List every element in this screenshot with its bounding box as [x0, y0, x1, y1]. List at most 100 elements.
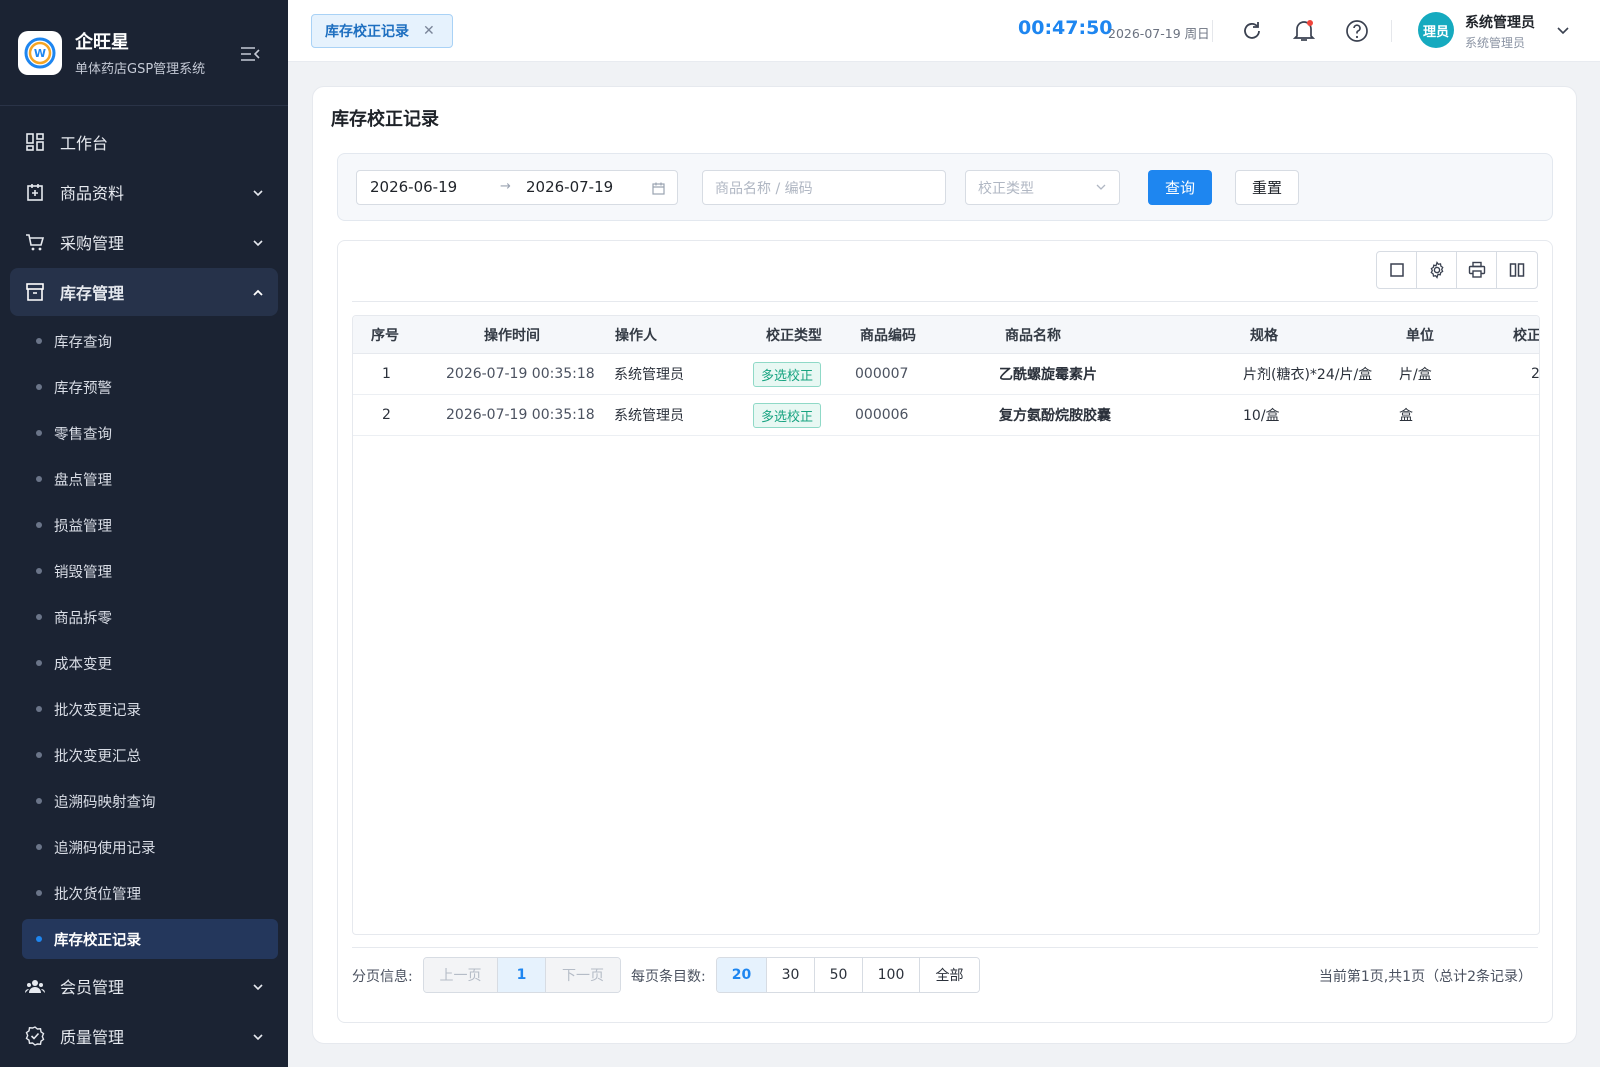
page-size-options: 20 30 50 100 全部 [716, 957, 980, 993]
submenu-item[interactable]: 批次货位管理 [22, 870, 278, 916]
column-header[interactable]: 操作时间 [484, 316, 540, 353]
table-row[interactable]: 2 2026-07-19 00:35:18 系统管理员 多选校正 000006 … [353, 395, 1539, 436]
column-header[interactable]: 商品编码 [860, 316, 916, 353]
arrow-right-icon: → [500, 179, 511, 194]
inventory-icon [24, 281, 46, 303]
nav-item-inventory[interactable]: 库存管理 [10, 268, 278, 316]
tab-label: 库存校正记录 [325, 24, 409, 40]
column-header[interactable]: 校正类型 [766, 316, 822, 353]
cell-no: 1 [382, 366, 391, 382]
submenu-item[interactable]: 成本变更 [22, 640, 278, 686]
submenu-item[interactable]: 库存预警 [22, 364, 278, 410]
avatar[interactable]: 理员 [1418, 12, 1454, 48]
query-button[interactable]: 查询 [1148, 170, 1212, 205]
help-icon[interactable] [1344, 18, 1370, 44]
submenu-item[interactable]: 追溯码使用记录 [22, 824, 278, 870]
submenu-item[interactable]: 零售查询 [22, 410, 278, 456]
nav-label: 质量管理 [60, 1028, 125, 1047]
submenu-item[interactable]: 批次变更记录 [22, 686, 278, 732]
filter-bar: 2026-06-19 → 2026-07-19 商品名称 / 编码 校正类型 查… [337, 153, 1553, 221]
cell-spec: 片剂(糖衣)*24/片/盒 [1243, 367, 1373, 383]
prev-page-button[interactable]: 上一页 [424, 958, 498, 992]
submenu-item[interactable]: 销毁管理 [22, 548, 278, 594]
submenu-label: 损益管理 [54, 518, 112, 535]
table-row[interactable]: 1 2026-07-19 00:35:18 系统管理员 多选校正 000007 … [353, 354, 1539, 395]
page-size-option[interactable]: 30 [767, 958, 815, 992]
members-icon [24, 975, 46, 997]
table-toolbar [1376, 251, 1538, 289]
svg-text:W: W [34, 47, 46, 60]
submenu-label: 追溯码使用记录 [54, 840, 156, 857]
dashboard-icon [24, 131, 46, 153]
pager-info-label: 分页信息: [352, 969, 413, 985]
nav-label: 工作台 [60, 134, 109, 153]
pagination: 分页信息: 上一页 1 下一页 每页条目数: 20 30 50 100 全部 当… [352, 957, 1540, 993]
submenu-item[interactable]: 商品拆零 [22, 594, 278, 640]
submenu-item[interactable]: 批次变更汇总 [22, 732, 278, 778]
next-page-button[interactable]: 下一页 [546, 958, 620, 992]
brand: W 企旺星 单体药店GSP管理系统 [0, 0, 288, 106]
reset-button[interactable]: 重置 [1235, 170, 1299, 205]
table-header: 序号 操作时间 操作人 校正类型 商品编码 商品名称 规格 单位 校正 [353, 316, 1539, 354]
gear-icon[interactable] [1417, 252, 1457, 288]
cell-operator: 系统管理员 [614, 408, 684, 424]
submenu-item[interactable]: 损益管理 [22, 502, 278, 548]
pager-summary: 当前第1页,共1页（总计2条记录） [1318, 969, 1532, 985]
nav-label: 会员管理 [60, 978, 125, 997]
nav-item-workbench[interactable]: 工作台 [10, 118, 278, 166]
page-size-option[interactable]: 全部 [920, 958, 979, 992]
page-size-option[interactable]: 50 [815, 958, 863, 992]
page-size-option[interactable]: 100 [863, 958, 920, 992]
table-panel: 序号 操作时间 操作人 校正类型 商品编码 商品名称 规格 单位 校正 1 20… [337, 240, 1553, 1023]
cell-time: 2026-07-19 00:35:18 [446, 407, 595, 423]
brand-subtitle: 单体药店GSP管理系统 [75, 62, 206, 77]
column-header[interactable]: 规格 [1250, 316, 1278, 353]
tab-stock-correction[interactable]: 库存校正记录 ✕ [311, 14, 453, 48]
correction-type-select[interactable]: 校正类型 [965, 170, 1120, 205]
chevron-down-icon [252, 978, 264, 997]
brand-name: 企旺星 [75, 32, 129, 53]
data-table: 序号 操作时间 操作人 校正类型 商品编码 商品名称 规格 单位 校正 1 20… [352, 315, 1540, 935]
bell-icon[interactable] [1291, 18, 1317, 44]
chevron-down-icon [252, 184, 264, 203]
submenu-item[interactable]: 库存查询 [22, 318, 278, 364]
fullscreen-icon[interactable] [1377, 252, 1417, 288]
nav-item-goods[interactable]: 商品资料 [10, 168, 278, 216]
keyword-input[interactable]: 商品名称 / 编码 [702, 170, 946, 205]
submenu-label: 批次变更记录 [54, 702, 141, 719]
column-header[interactable]: 单位 [1406, 316, 1434, 353]
page-1-button[interactable]: 1 [498, 958, 546, 992]
submenu-label: 库存查询 [54, 334, 112, 351]
nav-label: 采购管理 [60, 234, 125, 253]
page-size-label: 每页条目数: [631, 969, 706, 985]
submenu-label: 商品拆零 [54, 610, 112, 627]
close-icon[interactable]: ✕ [423, 23, 435, 39]
column-header[interactable]: 操作人 [615, 316, 657, 353]
column-header[interactable]: 校正 [1513, 316, 1539, 353]
cell-unit: 片/盒 [1399, 367, 1432, 383]
nav-item-members[interactable]: 会员管理 [10, 962, 278, 1010]
logo: W [18, 30, 62, 75]
column-header[interactable]: 序号 [371, 316, 399, 353]
cell-extra: 2 [1531, 366, 1540, 382]
user-role: 系统管理员 [1465, 36, 1526, 50]
date-range-picker[interactable]: 2026-06-19 → 2026-07-19 [356, 170, 678, 205]
goods-icon [24, 181, 46, 203]
cell-name: 复方氨酚烷胺胶囊 [999, 408, 1111, 424]
page-size-option[interactable]: 20 [717, 958, 767, 992]
column-header[interactable]: 商品名称 [1005, 316, 1061, 353]
submenu-item-active[interactable]: 库存校正记录 [22, 919, 278, 959]
refresh-icon[interactable] [1239, 18, 1265, 44]
menu-collapse-icon[interactable] [238, 42, 262, 66]
columns-icon[interactable] [1497, 252, 1537, 288]
submenu-item[interactable]: 追溯码映射查询 [22, 778, 278, 824]
print-icon[interactable] [1457, 252, 1497, 288]
submenu-item[interactable]: 盘点管理 [22, 456, 278, 502]
chevron-down-icon[interactable] [1556, 22, 1570, 41]
cell-spec: 10/盒 [1243, 408, 1280, 424]
page-nav: 上一页 1 下一页 [423, 957, 621, 993]
nav-item-purchase[interactable]: 采购管理 [10, 218, 278, 266]
nav-item-quality[interactable]: 质量管理 [10, 1012, 278, 1060]
nav-label: 库存管理 [60, 284, 125, 303]
current-date: 2026-07-19 周日 [1108, 26, 1210, 41]
